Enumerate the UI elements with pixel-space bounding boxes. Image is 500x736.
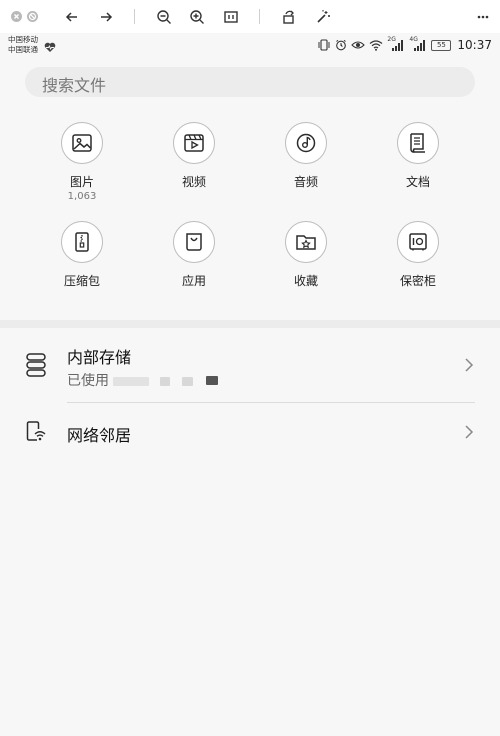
back-arrow-icon[interactable] <box>61 6 83 28</box>
health-heart-icon <box>44 38 56 57</box>
section-divider <box>0 320 500 328</box>
favorite-folder-icon <box>285 221 327 263</box>
redacted-value <box>113 377 149 386</box>
internal-storage-row[interactable]: 内部存储 已使用 <box>0 330 500 402</box>
clock: 10:37 <box>457 38 492 52</box>
zoom-in-icon[interactable] <box>186 6 208 28</box>
toolbar-separator <box>134 9 135 24</box>
category-label: 保密柜 <box>399 274 436 288</box>
chevron-right-icon <box>464 424 474 444</box>
category-favorites[interactable]: 收藏 <box>266 221 346 289</box>
signal-icon-1: 2G <box>387 36 405 51</box>
category-label: 图片 <box>69 175 94 189</box>
battery-indicator: 55 <box>431 39 452 51</box>
safe-icon <box>397 221 439 263</box>
chevron-right-icon <box>464 357 474 377</box>
search-placeholder: 搜索文件 <box>42 76 107 95</box>
carrier-info: 中国移动 中国联通 <box>8 35 38 55</box>
category-label: 应用 <box>181 274 206 288</box>
network-title: 网络邻居 <box>67 426 132 445</box>
signal-icon-2: 4G <box>409 36 427 51</box>
storage-title: 内部存储 <box>67 348 132 367</box>
category-documents[interactable]: 文档 <box>378 122 458 190</box>
rotate-icon[interactable] <box>278 6 300 28</box>
category-label: 音频 <box>293 175 318 189</box>
redacted-value <box>160 377 170 386</box>
category-safe[interactable]: 保密柜 <box>378 221 458 289</box>
forward-arrow-icon[interactable] <box>95 6 117 28</box>
network-neighbors-row[interactable]: 网络邻居 <box>0 403 500 461</box>
category-audio[interactable]: 音频 <box>266 122 346 190</box>
alarm-icon <box>335 36 347 55</box>
close-window-icon[interactable] <box>11 11 22 22</box>
more-options-icon[interactable] <box>472 6 494 28</box>
category-count: 1,063 <box>67 191 97 202</box>
viewer-toolbar <box>0 0 500 33</box>
storage-subtitle: 已使用 <box>67 373 109 389</box>
video-icon <box>173 122 215 164</box>
toolbar-separator <box>259 9 260 24</box>
zoom-out-icon[interactable] <box>153 6 175 28</box>
search-bar[interactable]: 搜索文件 <box>25 67 475 97</box>
category-label: 压缩包 <box>63 274 100 288</box>
category-images[interactable]: 图片 1,063 <box>42 122 122 202</box>
block-icon[interactable] <box>27 11 38 22</box>
wifi-icon <box>369 36 383 55</box>
app-bag-icon <box>173 221 215 263</box>
redacted-value <box>206 376 218 385</box>
status-bar: 中国移动 中国联通 2G 4G 55 10:37 <box>0 33 500 57</box>
category-label: 文档 <box>405 175 430 189</box>
zip-icon <box>61 221 103 263</box>
category-videos[interactable]: 视频 <box>154 122 234 190</box>
redacted-value <box>182 377 193 386</box>
status-icons: 2G 4G 55 10:37 <box>317 36 492 55</box>
network-device-icon <box>25 420 47 448</box>
eye-comfort-icon <box>351 36 366 55</box>
document-icon <box>397 122 439 164</box>
category-label: 视频 <box>181 175 206 189</box>
magic-wand-icon[interactable] <box>312 6 334 28</box>
carrier-2: 中国联通 <box>8 45 38 54</box>
category-apps[interactable]: 应用 <box>154 221 234 289</box>
music-icon <box>285 122 327 164</box>
storage-icon <box>25 352 47 382</box>
fit-screen-icon[interactable] <box>220 6 242 28</box>
category-label: 收藏 <box>293 274 318 288</box>
vibrate-icon <box>317 36 331 55</box>
category-archives[interactable]: 压缩包 <box>42 221 122 289</box>
image-icon <box>61 122 103 164</box>
carrier-1: 中国移动 <box>8 35 38 44</box>
